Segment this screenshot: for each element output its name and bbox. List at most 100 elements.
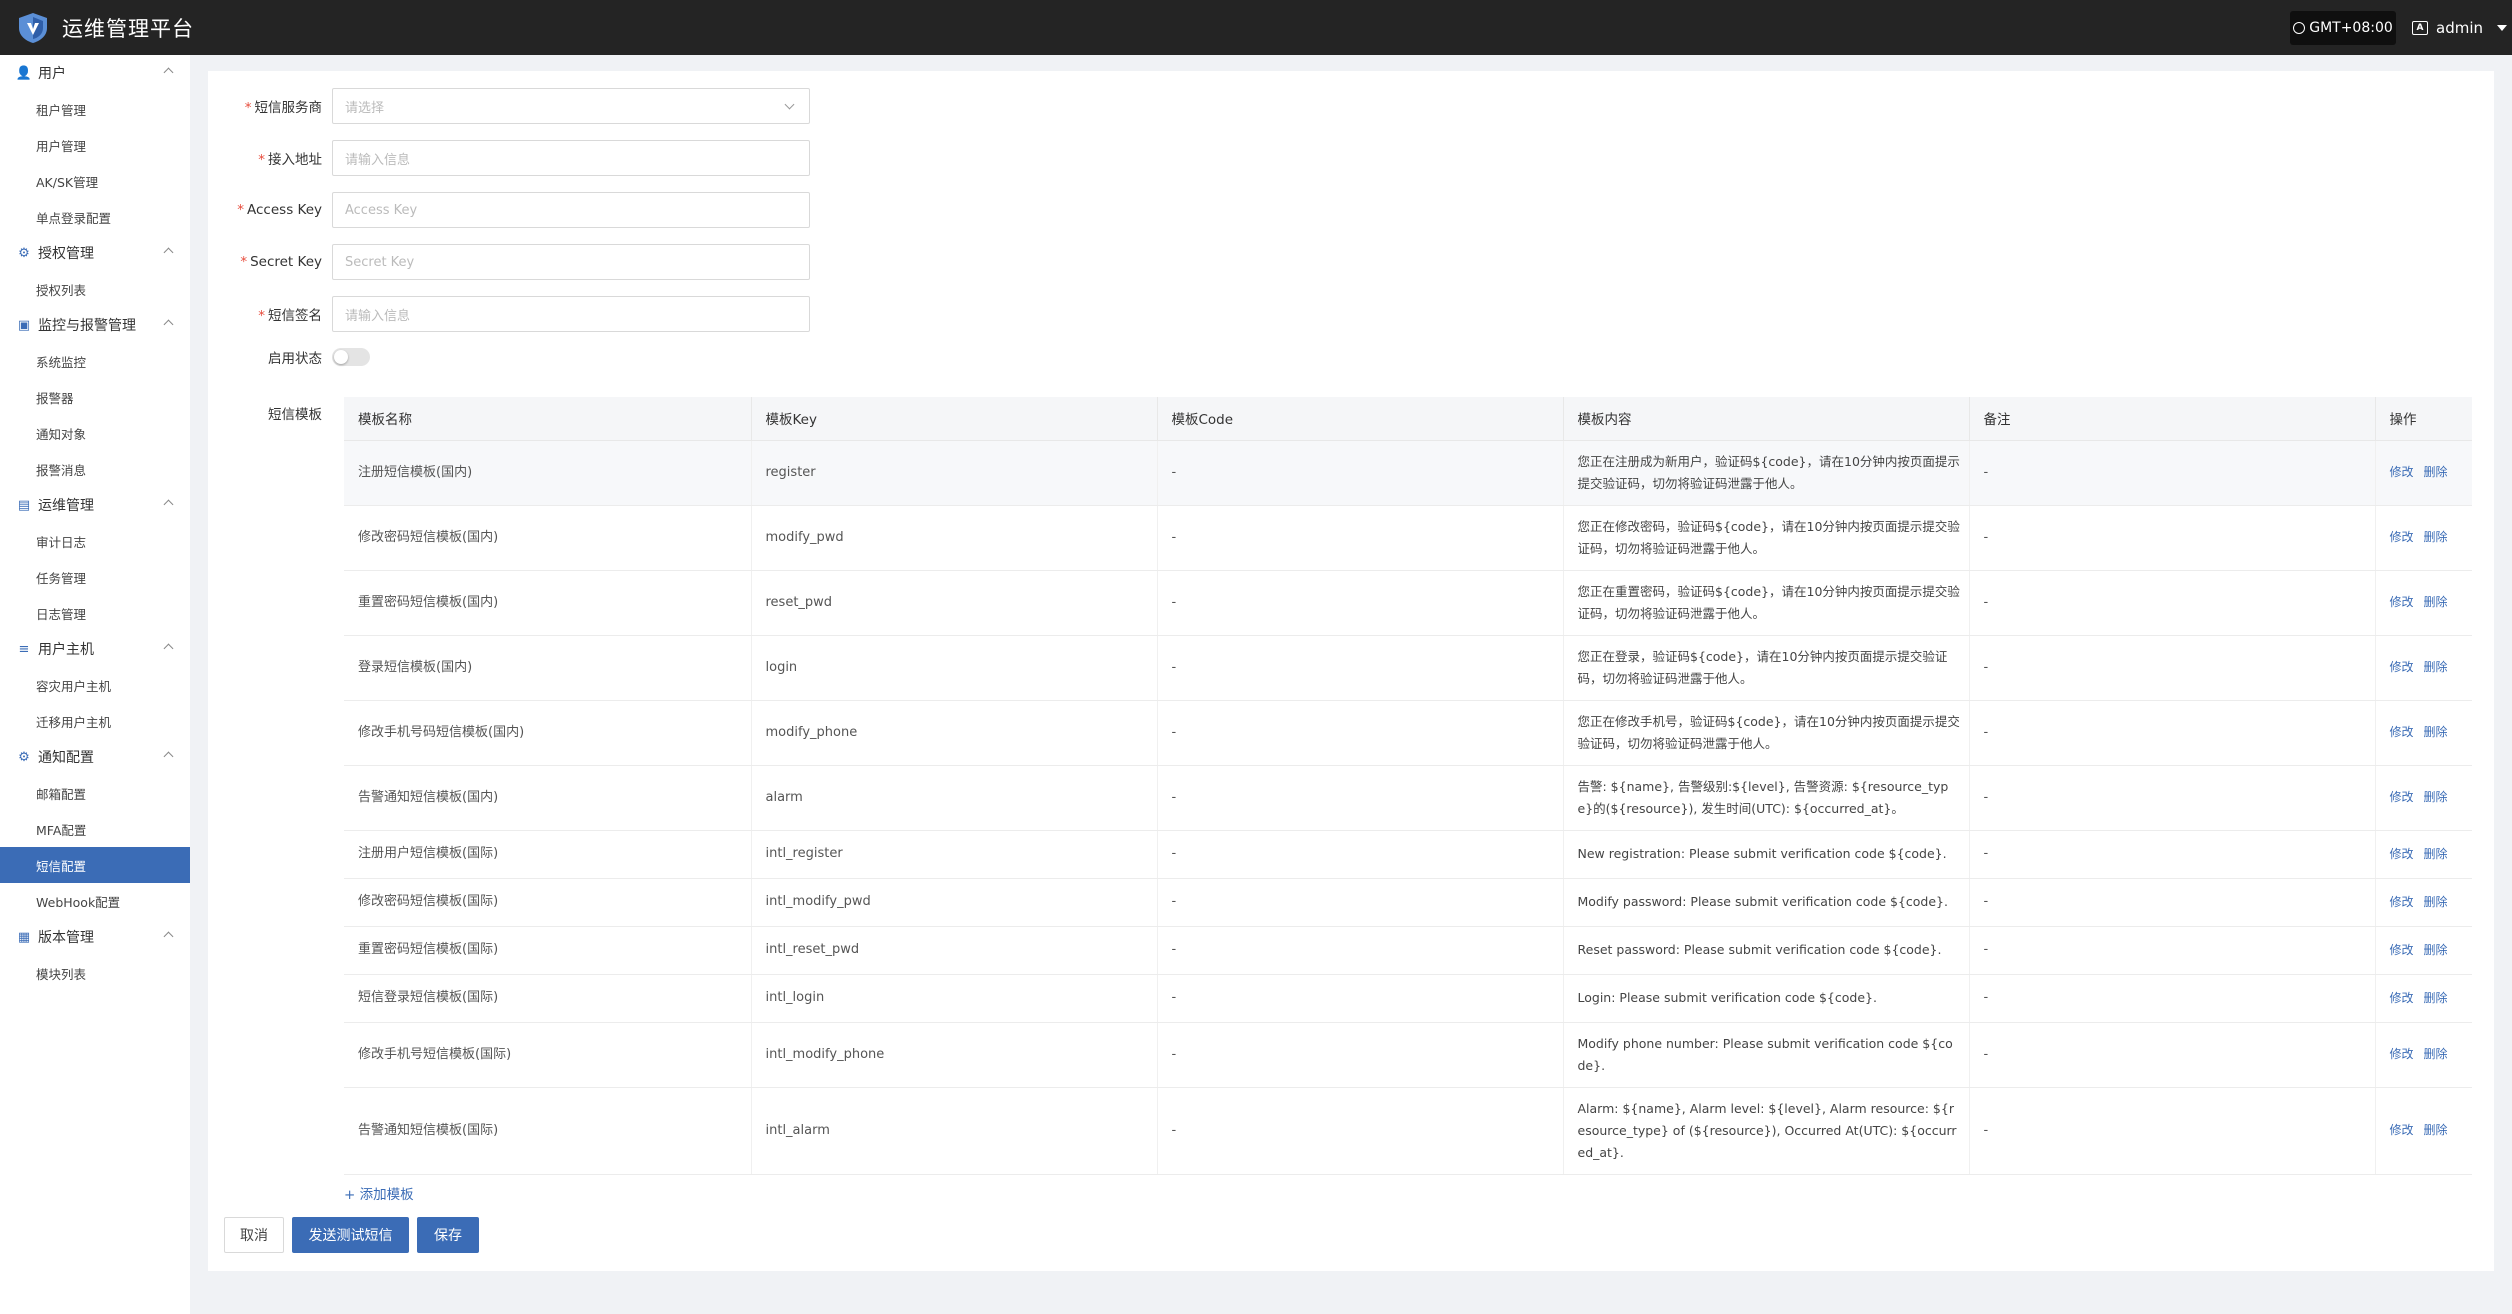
sidebar-group[interactable]: ⚙ 授权管理 bbox=[0, 235, 190, 271]
sidebar-group[interactable]: ▤ 运维管理 bbox=[0, 487, 190, 523]
delete-link[interactable]: 删除 bbox=[2424, 530, 2448, 544]
sidebar-item[interactable]: 日志管理 bbox=[0, 595, 190, 631]
template-actions-cell: 修改 删除 bbox=[2375, 1087, 2472, 1175]
template-content-cell: 您正在注册成为新用户，验证码${code}，请在10分钟内按页面提示提交验证码，… bbox=[1563, 440, 1970, 506]
sidebar-group[interactable]: ⚙ 通知配置 bbox=[0, 739, 190, 775]
edit-link[interactable]: 修改 bbox=[2390, 895, 2414, 909]
template-content-cell: 您正在修改手机号，验证码${code}，请在10分钟内按页面提示提交验证码，切勿… bbox=[1563, 700, 1970, 766]
authorization-icon: ⚙ bbox=[18, 245, 30, 261]
template-remark-cell: - bbox=[1969, 440, 2376, 506]
sidebar-item[interactable]: 单点登录配置 bbox=[0, 199, 190, 235]
save-button[interactable]: 保存 bbox=[417, 1217, 479, 1253]
sidebar-item[interactable]: 报警器 bbox=[0, 379, 190, 415]
edit-link[interactable]: 修改 bbox=[2390, 465, 2414, 479]
sidebar-item[interactable]: 系统监控 bbox=[0, 343, 190, 379]
col-header-key: 模板Key bbox=[751, 397, 1158, 441]
template-key-cell: login bbox=[751, 635, 1158, 701]
access-key-input[interactable]: Access Key bbox=[332, 192, 810, 228]
sidebar-item[interactable]: 邮箱配置 bbox=[0, 775, 190, 811]
sidebar-item[interactable]: 通知对象 bbox=[0, 415, 190, 451]
provider-select[interactable]: 请选择 bbox=[332, 88, 810, 124]
table-row: 注册短信模板(国内) register - 您正在注册成为新用户，验证码${code}… bbox=[344, 440, 2472, 506]
template-name-cell: 重置密码短信模板(国内) bbox=[344, 570, 752, 636]
form-actions: 取消 发送测试短信 保存 bbox=[224, 1217, 479, 1253]
template-actions-cell: 修改 删除 bbox=[2375, 505, 2472, 571]
delete-link[interactable]: 删除 bbox=[2424, 465, 2448, 479]
delete-link[interactable]: 删除 bbox=[2424, 991, 2448, 1005]
sidebar-group-label: 用户主机 bbox=[38, 642, 94, 658]
delete-link[interactable]: 删除 bbox=[2424, 660, 2448, 674]
admin-avatar-icon: A bbox=[2412, 21, 2428, 35]
template-key-cell: intl_modify_phone bbox=[751, 1022, 1158, 1088]
template-name-cell: 注册用户短信模板(国际) bbox=[344, 830, 752, 879]
sidebar-item[interactable]: 报警消息 bbox=[0, 451, 190, 487]
delete-link[interactable]: 删除 bbox=[2424, 1047, 2448, 1061]
chevron-up-icon bbox=[163, 499, 174, 510]
delete-link[interactable]: 删除 bbox=[2424, 790, 2448, 804]
signature-row: * 短信签名 请输入信息 bbox=[208, 296, 810, 332]
sidebar-item[interactable]: AK/SK管理 bbox=[0, 163, 190, 199]
edit-link[interactable]: 修改 bbox=[2390, 1047, 2414, 1061]
sidebar-item[interactable]: 模块列表 bbox=[0, 955, 190, 991]
timezone-button[interactable]: GMT+08:00 bbox=[2290, 11, 2396, 45]
template-name-cell: 短信登录短信模板(国际) bbox=[344, 974, 752, 1023]
chevron-up-icon bbox=[163, 319, 174, 330]
delete-link[interactable]: 删除 bbox=[2424, 847, 2448, 861]
edit-link[interactable]: 修改 bbox=[2390, 530, 2414, 544]
sidebar-group[interactable]: 👤 用户 bbox=[0, 55, 190, 91]
sidebar-item[interactable]: WebHook配置 bbox=[0, 883, 190, 919]
sidebar-item[interactable]: 短信配置 bbox=[0, 847, 190, 883]
sidebar-item[interactable]: 用户管理 bbox=[0, 127, 190, 163]
edit-link[interactable]: 修改 bbox=[2390, 943, 2414, 957]
edit-link[interactable]: 修改 bbox=[2390, 790, 2414, 804]
delete-link[interactable]: 删除 bbox=[2424, 595, 2448, 609]
delete-link[interactable]: 删除 bbox=[2424, 943, 2448, 957]
sidebar-item[interactable]: 租户管理 bbox=[0, 91, 190, 127]
sidebar-item[interactable]: 容灾用户主机 bbox=[0, 667, 190, 703]
edit-link[interactable]: 修改 bbox=[2390, 660, 2414, 674]
delete-link[interactable]: 删除 bbox=[2424, 895, 2448, 909]
edit-link[interactable]: 修改 bbox=[2390, 1123, 2414, 1137]
sidebar-item[interactable]: MFA配置 bbox=[0, 811, 190, 847]
table-header-row: 模板名称 模板Key 模板Code 模板内容 备注 操作 bbox=[344, 397, 2472, 441]
template-content-cell: 您正在修改密码，验证码${code}，请在10分钟内按页面提示提交验证码，切勿将… bbox=[1563, 505, 1970, 571]
templates-table: 模板名称 模板Key 模板Code 模板内容 备注 操作 注册短信模板(国内) r… bbox=[344, 397, 2472, 1175]
monitor-icon: ▣ bbox=[17, 317, 31, 333]
edit-link[interactable]: 修改 bbox=[2390, 725, 2414, 739]
template-key-cell: intl_modify_pwd bbox=[751, 878, 1158, 927]
endpoint-input[interactable]: 请输入信息 bbox=[332, 140, 810, 176]
chevron-up-icon bbox=[163, 931, 174, 942]
signature-input[interactable]: 请输入信息 bbox=[332, 296, 810, 332]
cancel-button[interactable]: 取消 bbox=[224, 1217, 284, 1253]
clock-icon bbox=[2293, 22, 2306, 34]
edit-link[interactable]: 修改 bbox=[2390, 595, 2414, 609]
sidebar-item[interactable]: 任务管理 bbox=[0, 559, 190, 595]
top-bar: 运维管理平台 GMT+08:00 A admin bbox=[0, 0, 2512, 55]
edit-link[interactable]: 修改 bbox=[2390, 847, 2414, 861]
sidebar-group[interactable]: ▦ 版本管理 bbox=[0, 919, 190, 955]
template-key-cell: intl_alarm bbox=[751, 1087, 1158, 1175]
secret-key-label: Secret Key bbox=[250, 254, 322, 270]
delete-link[interactable]: 删除 bbox=[2424, 1123, 2448, 1137]
add-template-link[interactable]: + 添加模板 bbox=[344, 1183, 414, 1203]
send-test-sms-button[interactable]: 发送测试短信 bbox=[292, 1217, 409, 1253]
template-name-cell: 修改手机号码短信模板(国内) bbox=[344, 700, 752, 766]
table-row: 短信登录短信模板(国际) intl_login - Login: Please sub… bbox=[344, 974, 2472, 1023]
sidebar-group[interactable]: ≡ 用户主机 bbox=[0, 631, 190, 667]
template-remark-cell: - bbox=[1969, 570, 2376, 636]
chevron-up-icon bbox=[163, 751, 174, 762]
delete-link[interactable]: 删除 bbox=[2424, 725, 2448, 739]
user-menu[interactable]: A admin bbox=[2412, 11, 2507, 45]
sidebar-item[interactable]: 迁移用户主机 bbox=[0, 703, 190, 739]
sidebar-item[interactable]: 审计日志 bbox=[0, 523, 190, 559]
secret-key-row: * Secret Key Secret Key bbox=[208, 244, 810, 280]
template-remark-cell: - bbox=[1969, 878, 2376, 927]
sidebar-item[interactable]: 授权列表 bbox=[0, 271, 190, 307]
templates-label: 短信模板 bbox=[268, 407, 322, 423]
endpoint-label: 接入地址 bbox=[268, 152, 322, 168]
secret-key-input[interactable]: Secret Key bbox=[332, 244, 810, 280]
edit-link[interactable]: 修改 bbox=[2390, 991, 2414, 1005]
sidebar-group[interactable]: ▣ 监控与报警管理 bbox=[0, 307, 190, 343]
enabled-toggle[interactable] bbox=[332, 348, 370, 366]
template-content-cell: Reset password: Please submit verificati… bbox=[1563, 926, 1970, 975]
